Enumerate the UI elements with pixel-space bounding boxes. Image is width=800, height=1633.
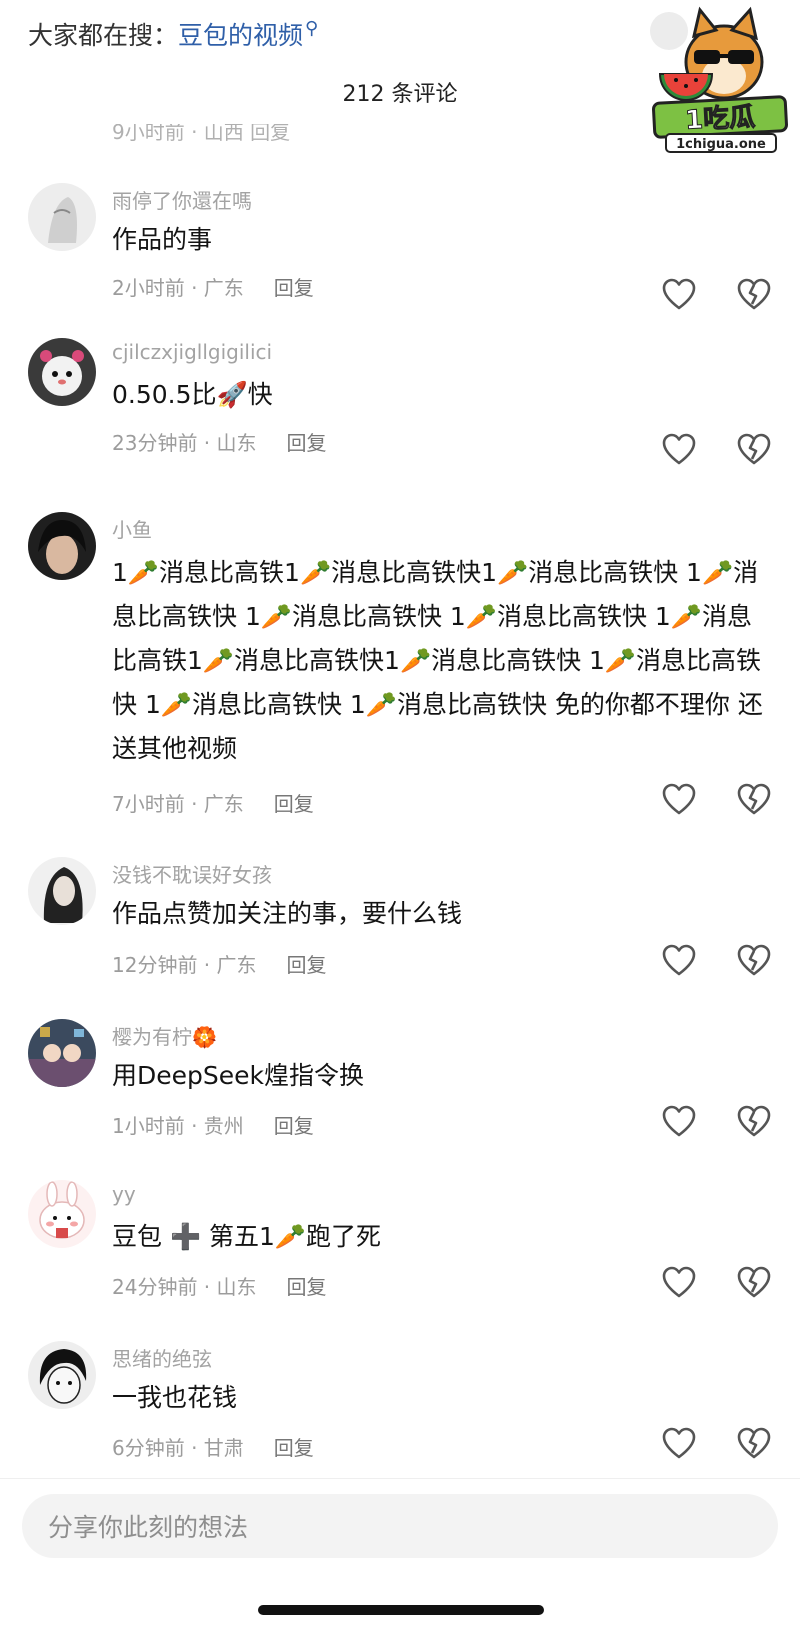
- broken-heart-icon[interactable]: [736, 1265, 772, 1301]
- comment-username[interactable]: 思绪的绝弦: [112, 1343, 212, 1372]
- broken-heart-icon[interactable]: [736, 432, 772, 468]
- broken-heart-icon[interactable]: [736, 277, 772, 313]
- broken-heart-icon[interactable]: [736, 1426, 772, 1462]
- avatar[interactable]: [28, 1341, 96, 1409]
- truncated-comment-meta: 9小时前 · 山西 回复: [112, 124, 291, 144]
- home-indicator: [258, 1605, 544, 1615]
- avatar[interactable]: [28, 338, 96, 406]
- comment-input[interactable]: [46, 1494, 710, 1560]
- comment-username[interactable]: 樱为有柠🏵️: [112, 1021, 217, 1050]
- avatar[interactable]: [28, 512, 96, 580]
- comment-time-location: 2小时前 · 广东: [112, 276, 244, 300]
- divider: [0, 1478, 800, 1479]
- search-suggestion-query[interactable]: 豆包的视频: [178, 21, 303, 50]
- comment-meta: 24分钟前 · 山东 回复: [112, 1271, 327, 1300]
- heart-icon[interactable]: [661, 432, 697, 468]
- comment-text: 作品点赞加关注的事，要什么钱: [112, 899, 463, 928]
- search-icon: ⚲: [305, 18, 319, 39]
- comment-username[interactable]: 小鱼: [112, 514, 152, 543]
- broken-heart-icon[interactable]: [736, 1104, 772, 1140]
- reply-button[interactable]: 回复: [287, 953, 327, 977]
- comment-text: 一我也花钱: [112, 1383, 238, 1412]
- watermark-domain-text: 1chigua.one: [676, 137, 766, 152]
- comment-meta: 6分钟前 · 甘肃 回复: [112, 1432, 314, 1461]
- avatar[interactable]: [28, 183, 96, 251]
- comment-time-location: 7小时前 · 广东: [112, 792, 244, 816]
- comment-username[interactable]: yy: [112, 1182, 136, 1206]
- comment-text: 作品的事: [112, 225, 213, 254]
- heart-icon[interactable]: [661, 277, 697, 313]
- avatar[interactable]: [28, 857, 96, 925]
- comment-text: 1🥕消息比高铁1🥕消息比高铁快1🥕消息比高铁快 1🥕消息比高铁快 1🥕消息比高铁…: [112, 558, 763, 763]
- heart-icon[interactable]: [661, 782, 697, 818]
- reply-button[interactable]: 回复: [274, 792, 314, 816]
- comment-time-location: 1小时前 · 贵州: [112, 1114, 244, 1138]
- avatar[interactable]: [28, 1019, 96, 1087]
- reply-button[interactable]: 回复: [274, 276, 314, 300]
- comment-meta: 2小时前 · 广东 回复: [112, 272, 314, 301]
- reply-button[interactable]: 回复: [287, 431, 327, 455]
- broken-heart-icon[interactable]: [736, 782, 772, 818]
- heart-icon[interactable]: [661, 943, 697, 979]
- comment-meta: 1小时前 · 贵州 回复: [112, 1110, 314, 1139]
- comment-time-location: 24分钟前 · 山东: [112, 1275, 257, 1299]
- comment-text: 用DeepSeek煌指令换: [112, 1061, 364, 1090]
- reply-button[interactable]: 回复: [287, 1275, 327, 1299]
- reply-button[interactable]: 回复: [274, 1436, 314, 1460]
- comment-meta: 23分钟前 · 山东 回复: [112, 427, 327, 456]
- comment-text: 豆包 ➕ 第五1🥕跑了死: [112, 1222, 382, 1251]
- comment-time-location: 23分钟前 · 山东: [112, 431, 257, 455]
- search-suggestion[interactable]: 大家都在搜：豆包的视频 ⚲: [28, 16, 318, 52]
- reply-button[interactable]: 回复: [274, 1114, 314, 1138]
- comment-text: 0.50.5比🚀快: [112, 380, 273, 409]
- watermark-brand-text: 1吃瓜: [684, 102, 756, 136]
- heart-icon[interactable]: [661, 1104, 697, 1140]
- comment-username[interactable]: 雨停了你還在嗎: [112, 185, 252, 214]
- comment-meta: 7小时前 · 广东 回复: [112, 788, 314, 817]
- heart-icon[interactable]: [661, 1426, 697, 1462]
- comment-input-bar[interactable]: [22, 1494, 778, 1560]
- watermark-logo: 1吃瓜 1chigua.one: [652, 6, 788, 153]
- comment-username[interactable]: 没钱不耽误好女孩: [112, 859, 272, 888]
- comment-time-location: 6分钟前 · 甘肃: [112, 1436, 244, 1460]
- avatar[interactable]: [28, 1180, 96, 1248]
- search-suggestion-prefix: 大家都在搜：: [28, 21, 179, 50]
- comment-meta: 12分钟前 · 广东 回复: [112, 949, 327, 978]
- comment-username[interactable]: cjilczxjigllgigilici: [112, 340, 272, 364]
- heart-icon[interactable]: [661, 1265, 697, 1301]
- comment-time-location: 12分钟前 · 广东: [112, 953, 257, 977]
- broken-heart-icon[interactable]: [736, 943, 772, 979]
